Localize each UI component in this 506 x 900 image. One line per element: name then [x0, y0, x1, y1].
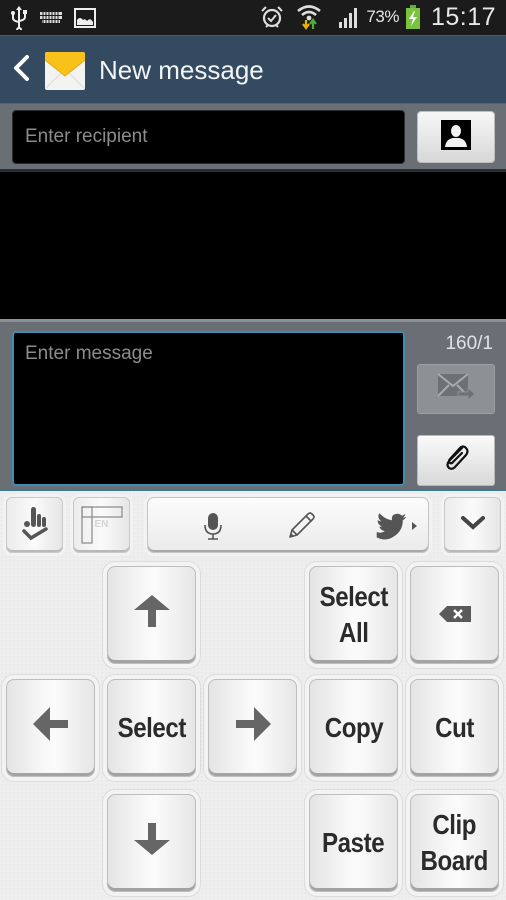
send-mail-icon: [436, 372, 476, 407]
recipient-row: Enter recipient: [0, 103, 506, 169]
conversation-area: [0, 169, 506, 319]
message-input[interactable]: Enter message: [12, 331, 405, 486]
paperclip-icon: [441, 443, 471, 478]
collapse-keyboard-button[interactable]: [444, 497, 501, 553]
arrow-down-icon: [133, 821, 171, 866]
battery-charging-icon: [405, 4, 421, 30]
twitter-bird-icon[interactable]: [374, 510, 418, 542]
key-select-label: Select: [117, 712, 186, 743]
layout-en-icon: EN: [80, 505, 124, 545]
key-clipboard-label: Clip Board: [420, 809, 489, 876]
message-placeholder: Enter message: [25, 343, 153, 364]
key-backspace[interactable]: [410, 566, 499, 664]
key-select-all[interactable]: Select All: [309, 566, 398, 664]
gesture-mode-button[interactable]: [6, 497, 63, 553]
back-button[interactable]: [8, 54, 34, 86]
battery-percent: 73%: [366, 7, 399, 26]
page-title: New message: [99, 55, 264, 85]
compose-row: Enter message 160/1: [0, 319, 506, 489]
chevron-left-icon: [12, 54, 30, 87]
pencil-icon[interactable]: [285, 510, 317, 542]
usb-icon: [10, 6, 28, 30]
microphone-icon[interactable]: [202, 510, 224, 542]
key-copy[interactable]: Copy: [309, 679, 398, 777]
arrow-up-icon: [133, 593, 171, 638]
key-clipboard[interactable]: Clip Board: [410, 794, 499, 892]
arrow-left-icon: [32, 705, 70, 752]
attach-button[interactable]: [417, 435, 495, 486]
envelope-icon: [44, 48, 86, 92]
keyboard-icon: [40, 11, 62, 25]
keyboard: EN Select All Select Copy Cut Paste Clip…: [0, 489, 506, 900]
layout-badge: EN: [94, 519, 109, 530]
clock-time: 15:17: [430, 2, 496, 31]
key-paste[interactable]: Paste: [309, 794, 398, 892]
key-cut-label: Cut: [435, 712, 474, 743]
char-counter: 160/1: [445, 333, 493, 354]
key-cut[interactable]: Cut: [410, 679, 499, 777]
key-arrow-right[interactable]: [208, 679, 297, 777]
send-button[interactable]: [417, 364, 495, 414]
signal-icon: [338, 6, 360, 28]
gesture-hand-icon: [18, 503, 52, 548]
arrow-right-icon: [234, 705, 272, 752]
status-bar: 73% 15:17: [0, 0, 506, 35]
layout-language-button[interactable]: EN: [73, 497, 130, 553]
contact-person-icon: [441, 119, 471, 155]
key-arrow-up[interactable]: [107, 566, 196, 664]
backspace-icon: [438, 597, 471, 633]
quick-tools-strip: [147, 497, 429, 553]
wifi-icon: [296, 4, 322, 30]
key-arrow-down[interactable]: [107, 794, 196, 892]
key-paste-label: Paste: [322, 827, 385, 858]
key-copy-label: Copy: [324, 712, 383, 743]
key-select[interactable]: Select: [107, 679, 196, 777]
image-icon: [74, 8, 96, 28]
key-arrow-left[interactable]: [6, 679, 95, 777]
chevron-down-icon: [459, 514, 487, 537]
recipient-placeholder: Enter recipient: [25, 126, 148, 147]
key-select-all-label: Select All: [319, 581, 388, 648]
alarm-icon: [260, 5, 284, 29]
add-contact-button[interactable]: [417, 111, 495, 163]
action-bar: New message: [0, 35, 506, 103]
recipient-input[interactable]: Enter recipient: [12, 110, 405, 164]
